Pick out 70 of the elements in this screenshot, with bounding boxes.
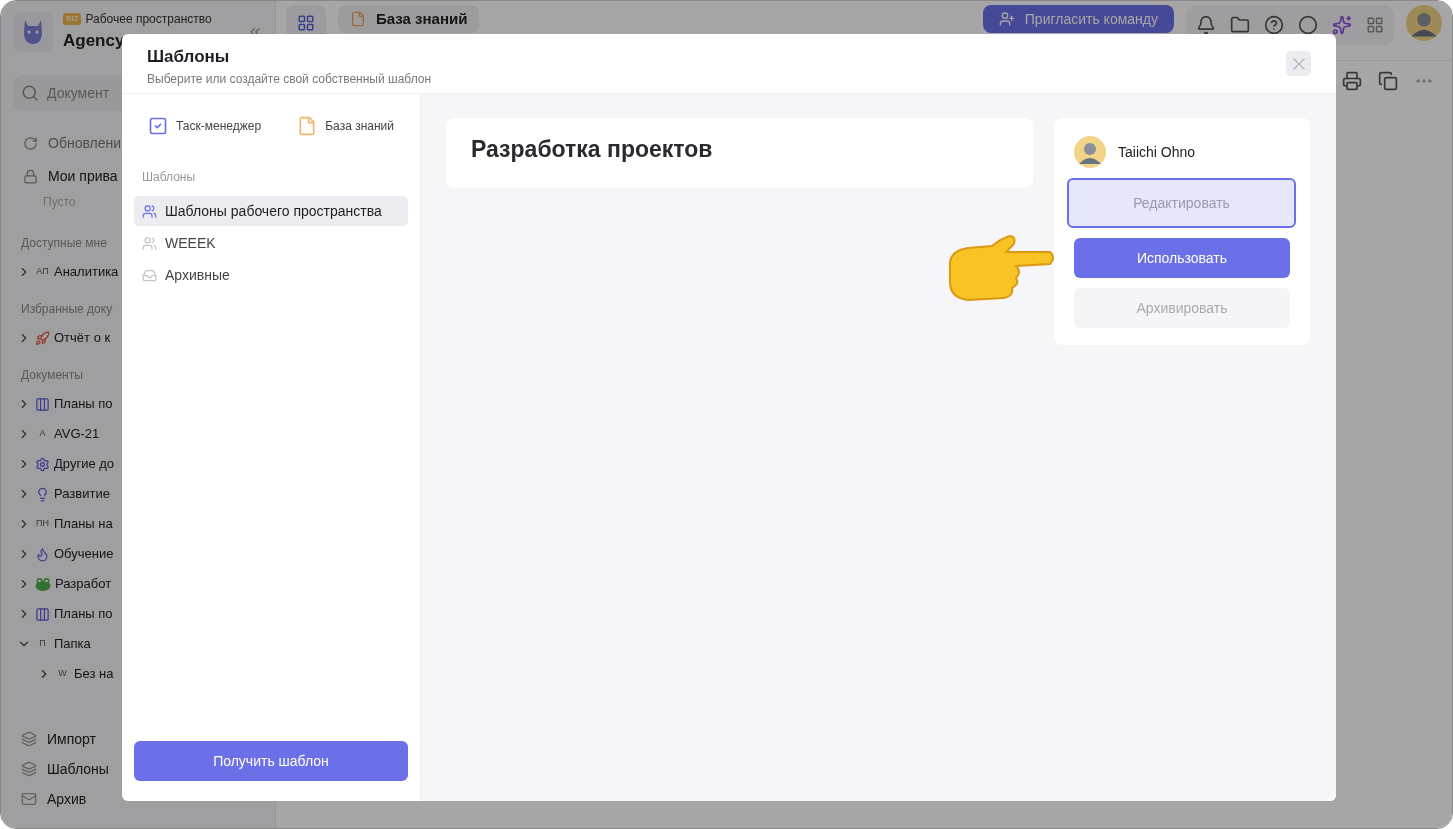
category-item[interactable]: Архивные [134, 260, 408, 290]
tree-item[interactable]: Отчёт о к [54, 328, 111, 348]
add-user-icon [998, 11, 1015, 27]
apps-icon[interactable] [1366, 16, 1384, 34]
plan-badge: BIZ [63, 13, 82, 26]
tree-item[interactable]: Без на [74, 664, 114, 684]
section-title: Доступные мне [21, 235, 107, 252]
tree-item[interactable]: Папка [54, 634, 91, 654]
layers-icon [21, 761, 37, 777]
workspace-label: Рабочее пространство [85, 11, 212, 29]
refresh-icon [23, 136, 38, 151]
item-abbreviation: П [38, 637, 47, 651]
document-icon [297, 116, 318, 136]
item-abbreviation: A [38, 427, 47, 441]
section-title: Документы [21, 367, 83, 384]
mail-icon [21, 791, 37, 807]
item-abbreviation: ПН [35, 517, 50, 531]
layers-icon [21, 731, 37, 747]
sidebar-item[interactable]: Импорт [47, 728, 96, 750]
inbox-icon [142, 267, 157, 283]
sidebar-item[interactable]: Шаблоны [47, 758, 109, 780]
users-icon [142, 235, 157, 251]
bell-icon[interactable] [1196, 15, 1216, 35]
tree-item[interactable]: Развитие [54, 484, 110, 504]
folder-icon[interactable] [1230, 15, 1250, 35]
tree-item[interactable]: Разработ [55, 574, 112, 594]
users-icon [142, 203, 157, 219]
board-icon [35, 606, 50, 622]
template-title: Разработка проектов [471, 136, 713, 162]
tree-item[interactable]: Аналитика [54, 262, 119, 282]
avatar[interactable] [1074, 136, 1106, 168]
search-icon [21, 84, 39, 102]
tree-item[interactable]: AVG-21 [54, 424, 100, 444]
category-item[interactable]: WEEEK [134, 228, 408, 258]
sidebar-item[interactable]: Мои прива [48, 166, 118, 187]
source-tab[interactable]: Таск-менеджер [148, 116, 262, 136]
breadcrumb-tab[interactable]: База знаний [338, 5, 480, 33]
lightbulb-icon [35, 486, 50, 502]
section-label: Шаблоны [141, 169, 197, 186]
tree-item[interactable]: Планы по [54, 604, 113, 624]
author-name: Taiichi Ohno [1118, 142, 1196, 162]
gear-icon [35, 456, 50, 472]
dialog-title: Шаблоны [147, 46, 231, 68]
board-icon [35, 396, 50, 412]
item-abbreviation: W [57, 667, 68, 681]
cat-logo-icon[interactable] [13, 12, 53, 52]
copy-icon[interactable] [1378, 71, 1398, 91]
avatar[interactable] [1406, 5, 1442, 41]
tree-item[interactable]: Обучение [54, 544, 114, 564]
rocket-icon [35, 330, 50, 346]
checkbox-icon [148, 116, 168, 136]
tree-item[interactable]: Планы по [54, 394, 113, 414]
category-item[interactable]: Шаблоны рабочего пространства [134, 196, 408, 226]
action-button[interactable]: Использовать [1074, 238, 1290, 278]
lock-icon [23, 169, 38, 184]
tree-item[interactable]: Другие до [54, 454, 115, 474]
flame-icon [35, 546, 50, 562]
section-title: Избранные доку [21, 301, 113, 318]
tree-item[interactable]: Планы на [54, 514, 113, 534]
item-abbreviation: АП [35, 265, 50, 279]
frog-icon [35, 577, 51, 591]
sidebar-item[interactable]: Архив [47, 788, 87, 810]
get-template-button[interactable]: Получить шаблон [134, 741, 408, 781]
document-icon [350, 11, 366, 27]
print-icon[interactable] [1342, 71, 1362, 91]
help-icon[interactable] [1264, 15, 1284, 35]
pointing-hand-icon [946, 232, 1056, 304]
sparkles-icon[interactable] [1332, 15, 1352, 35]
grid-icon [297, 14, 315, 32]
source-tab[interactable]: База знаний [297, 116, 394, 136]
